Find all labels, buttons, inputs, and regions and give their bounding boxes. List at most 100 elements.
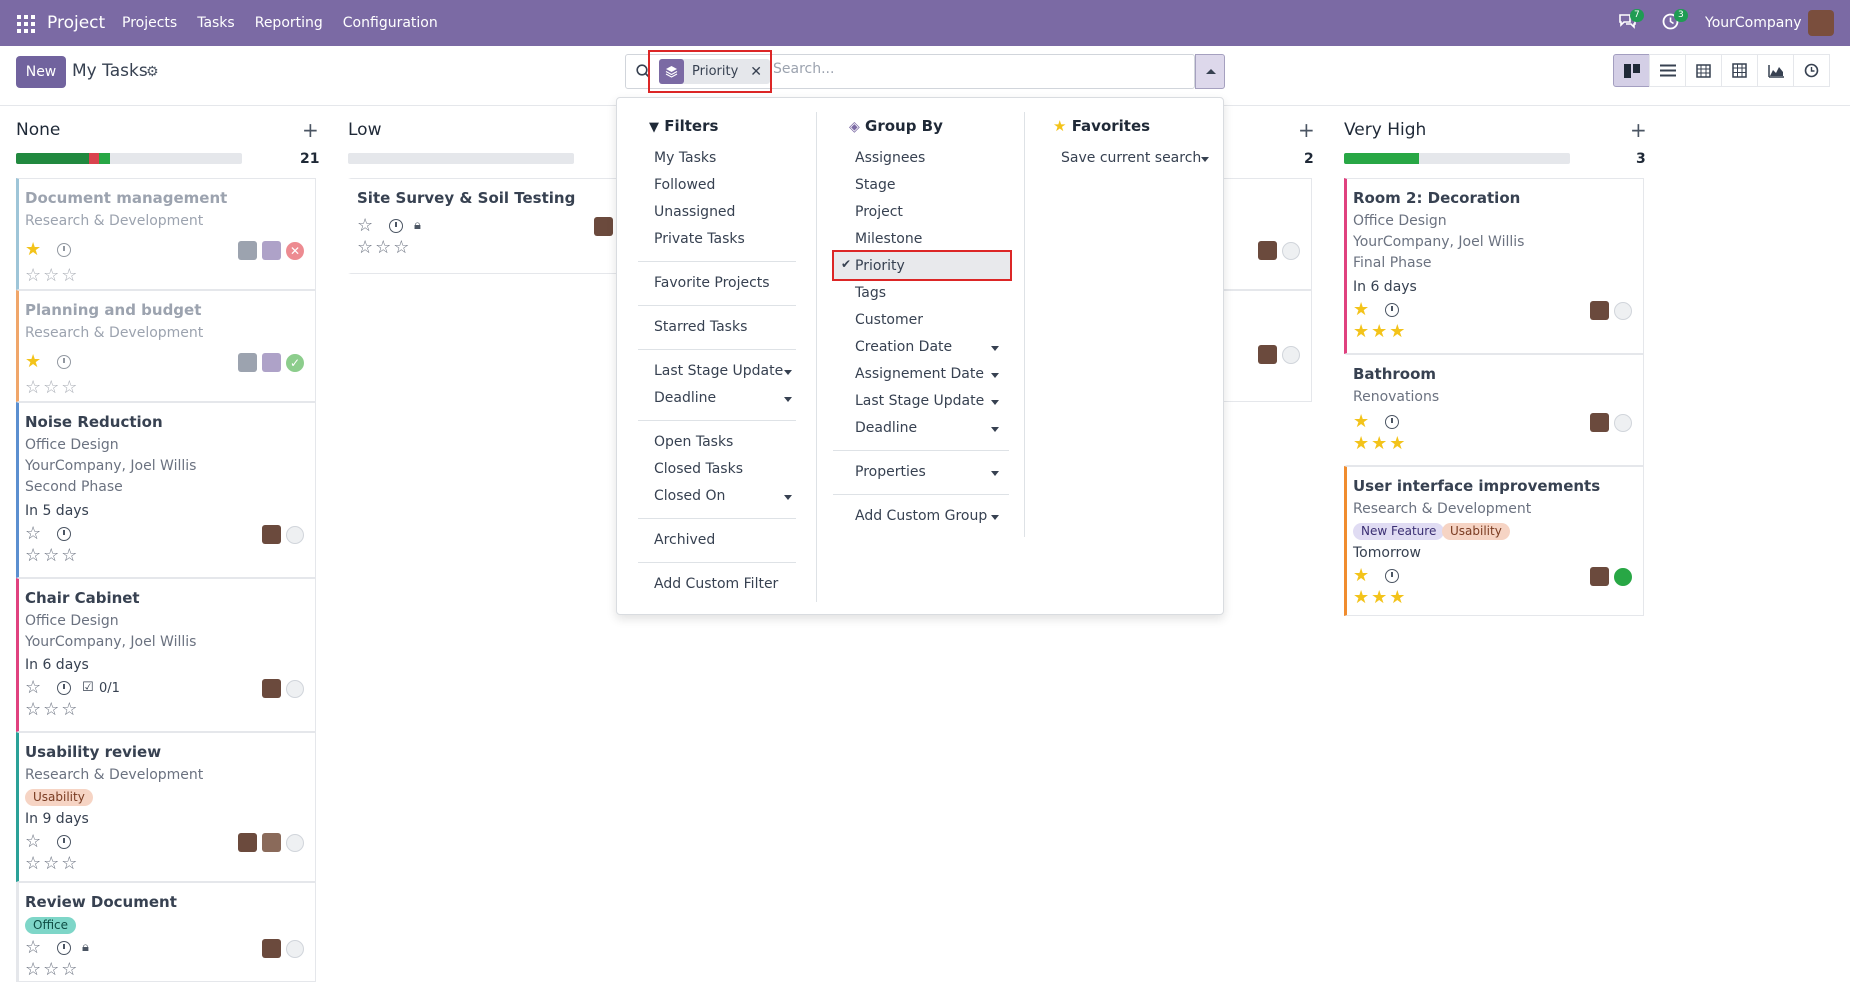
filter-private-tasks[interactable]: Private Tasks bbox=[654, 231, 745, 247]
activity-clock-icon[interactable] bbox=[1385, 303, 1399, 317]
search-options-toggle[interactable] bbox=[1195, 54, 1225, 89]
priority-stars[interactable]: ★★★ bbox=[1353, 323, 1407, 341]
filter-unassigned[interactable]: Unassigned bbox=[654, 204, 735, 220]
kanban-status-icon[interactable] bbox=[286, 834, 304, 852]
priority-stars[interactable]: ☆☆☆ bbox=[357, 239, 411, 257]
app-title[interactable]: Project bbox=[47, 13, 105, 33]
caret-down-icon[interactable] bbox=[991, 400, 999, 405]
priority-stars[interactable]: ☆☆☆ bbox=[25, 267, 79, 285]
groupby-deadline[interactable]: Deadline bbox=[855, 420, 917, 436]
column-progress-bar[interactable] bbox=[348, 153, 574, 164]
graph-view-button[interactable] bbox=[1757, 54, 1794, 87]
task-card[interactable]: User interface improvements Research & D… bbox=[1344, 466, 1644, 616]
filter-last-stage-update[interactable]: Last Stage Update bbox=[654, 363, 783, 379]
kanban-status-icon[interactable] bbox=[1614, 568, 1632, 586]
activity-clock-icon[interactable] bbox=[1385, 569, 1399, 583]
kanban-status-icon[interactable] bbox=[1614, 302, 1632, 320]
caret-down-icon[interactable] bbox=[784, 495, 792, 500]
user-avatar[interactable] bbox=[1808, 10, 1834, 36]
filter-favorite-projects[interactable]: Favorite Projects bbox=[654, 275, 770, 291]
task-card[interactable]: Usability review Research & Development … bbox=[16, 732, 316, 882]
kanban-status-icon[interactable] bbox=[286, 680, 304, 698]
apps-grid-icon[interactable] bbox=[17, 15, 35, 33]
activity-clock-icon[interactable] bbox=[57, 941, 71, 955]
star-icon[interactable]: ☆ bbox=[357, 217, 373, 235]
save-current-search[interactable]: Save current search bbox=[1061, 150, 1201, 166]
column-progress-bar[interactable] bbox=[1344, 153, 1570, 164]
priority-stars[interactable]: ★★★ bbox=[1353, 589, 1407, 607]
groupby-milestone[interactable]: Milestone bbox=[855, 231, 922, 247]
kanban-status-icon[interactable] bbox=[1282, 242, 1300, 260]
filter-starred-tasks[interactable]: Starred Tasks bbox=[654, 319, 747, 335]
list-view-button[interactable] bbox=[1649, 54, 1686, 87]
groupby-customer[interactable]: Customer bbox=[855, 312, 923, 328]
filter-my-tasks[interactable]: My Tasks bbox=[654, 150, 716, 166]
task-card[interactable]: Chair Cabinet Office Design YourCompany,… bbox=[16, 578, 316, 732]
menu-reporting[interactable]: Reporting bbox=[255, 15, 323, 31]
task-card[interactable]: Noise Reduction Office Design YourCompan… bbox=[16, 402, 316, 578]
task-card[interactable]: Review Document Office ☆ 🔒︎ ☆☆☆ bbox=[16, 882, 316, 982]
add-task-icon[interactable]: + bbox=[302, 118, 319, 142]
pivot-view-button[interactable] bbox=[1721, 54, 1758, 87]
caret-down-icon[interactable] bbox=[991, 346, 999, 351]
groupby-last-stage-update[interactable]: Last Stage Update bbox=[855, 393, 984, 409]
groupby-stage[interactable]: Stage bbox=[855, 177, 895, 193]
caret-down-icon[interactable] bbox=[991, 373, 999, 378]
groupby-assignement-date[interactable]: Assignement Date bbox=[855, 366, 984, 382]
task-card[interactable]: Site Survey & Soil Testing ☆ 🔒︎ ☆☆☆ bbox=[348, 178, 648, 274]
kanban-status-icon[interactable] bbox=[286, 526, 304, 544]
menu-configuration[interactable]: Configuration bbox=[343, 15, 438, 31]
caret-down-icon[interactable] bbox=[991, 471, 999, 476]
groupby-properties[interactable]: Properties bbox=[855, 464, 926, 480]
activity-clock-icon[interactable] bbox=[57, 355, 71, 369]
groupby-tags[interactable]: Tags bbox=[855, 285, 886, 301]
menu-projects[interactable]: Projects bbox=[122, 15, 177, 31]
blocked-status-icon[interactable]: ✕ bbox=[286, 242, 304, 260]
task-card[interactable]: Document management Research & Developme… bbox=[16, 178, 316, 290]
activity-clock-icon[interactable] bbox=[57, 243, 71, 257]
calendar-view-button[interactable] bbox=[1685, 54, 1722, 87]
messages-icon[interactable]: 7 bbox=[1618, 9, 1644, 33]
column-progress-bar[interactable] bbox=[16, 153, 242, 164]
activity-clock-icon[interactable] bbox=[57, 681, 71, 695]
priority-stars[interactable]: ★★★ bbox=[1353, 435, 1407, 453]
kanban-view-button[interactable] bbox=[1613, 54, 1650, 87]
filter-open-tasks[interactable]: Open Tasks bbox=[654, 434, 733, 450]
priority-stars[interactable]: ☆☆☆ bbox=[25, 701, 79, 719]
search-input[interactable] bbox=[773, 61, 1153, 77]
groupby-project[interactable]: Project bbox=[855, 204, 903, 220]
activity-clock-icon[interactable] bbox=[1385, 415, 1399, 429]
filter-deadline[interactable]: Deadline bbox=[654, 390, 716, 406]
kanban-status-icon[interactable] bbox=[1282, 346, 1300, 364]
caret-down-icon[interactable] bbox=[784, 370, 792, 375]
add-task-icon[interactable]: + bbox=[1298, 118, 1315, 142]
company-switcher[interactable]: YourCompany bbox=[1705, 15, 1802, 31]
priority-stars[interactable]: ☆☆☆ bbox=[25, 855, 79, 873]
activity-view-button[interactable] bbox=[1793, 54, 1830, 87]
star-icon[interactable]: ☆ bbox=[25, 833, 41, 851]
add-custom-filter[interactable]: Add Custom Filter bbox=[654, 576, 778, 592]
done-status-icon[interactable]: ✓ bbox=[286, 354, 304, 372]
caret-down-icon[interactable] bbox=[991, 515, 999, 520]
activity-clock-icon[interactable] bbox=[57, 835, 71, 849]
star-icon[interactable]: ☆ bbox=[25, 939, 41, 957]
task-card[interactable]: Planning and budget Research & Developme… bbox=[16, 290, 316, 402]
star-icon[interactable]: ★ bbox=[25, 353, 41, 371]
gear-icon[interactable]: ⚙ bbox=[146, 64, 159, 80]
caret-down-icon[interactable] bbox=[784, 397, 792, 402]
priority-stars[interactable]: ☆☆☆ bbox=[25, 547, 79, 565]
filter-closed-on[interactable]: Closed On bbox=[654, 488, 725, 504]
caret-down-icon[interactable] bbox=[1201, 157, 1209, 162]
activities-clock-icon[interactable]: 3 bbox=[1662, 9, 1688, 34]
task-card[interactable]: Bathroom Renovations ★ ★★★ bbox=[1344, 354, 1644, 466]
groupby-assignees[interactable]: Assignees bbox=[855, 150, 925, 166]
filter-closed-tasks[interactable]: Closed Tasks bbox=[654, 461, 743, 477]
task-card[interactable]: Room 2: Decoration Office Design YourCom… bbox=[1344, 178, 1644, 354]
new-button[interactable]: New bbox=[16, 56, 66, 88]
menu-tasks[interactable]: Tasks bbox=[197, 15, 235, 31]
activity-clock-icon[interactable] bbox=[57, 527, 71, 541]
filter-followed[interactable]: Followed bbox=[654, 177, 715, 193]
star-icon[interactable]: ★ bbox=[25, 241, 41, 259]
add-custom-group[interactable]: Add Custom Group bbox=[855, 508, 987, 524]
star-icon[interactable]: ☆ bbox=[25, 525, 41, 543]
